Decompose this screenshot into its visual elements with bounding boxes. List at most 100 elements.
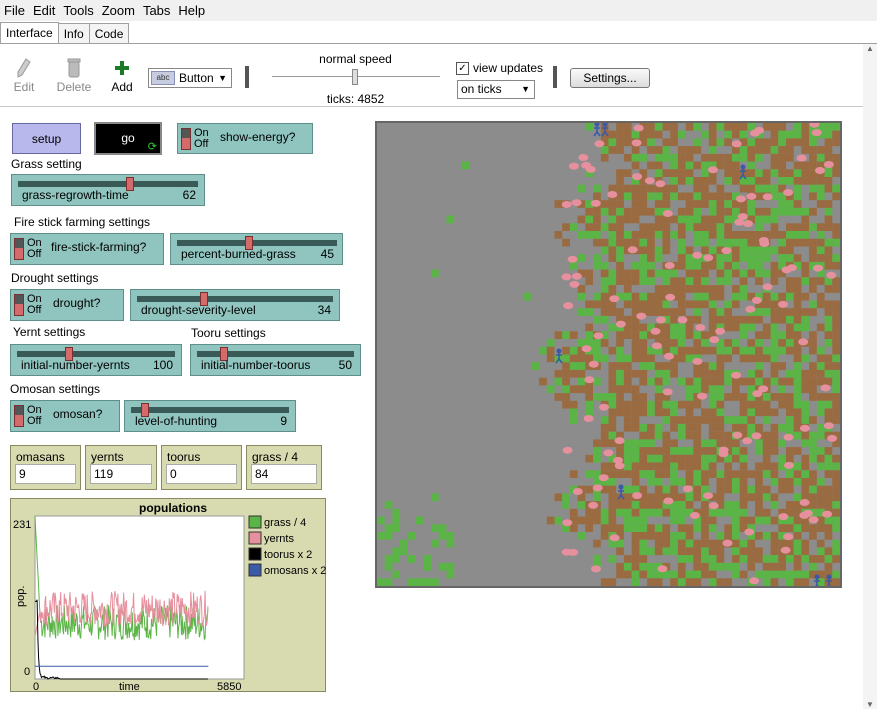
- drought-switch[interactable]: On Off drought?: [10, 289, 124, 321]
- patch: [739, 501, 748, 509]
- yernt-agent: [783, 189, 794, 196]
- patch: [801, 377, 810, 386]
- patch: [600, 292, 609, 301]
- patch: [647, 123, 655, 131]
- menu-file[interactable]: File: [0, 0, 29, 21]
- patch: [631, 416, 640, 424]
- patch: [739, 153, 748, 162]
- patch: [670, 184, 678, 193]
- patch: [523, 292, 532, 301]
- patch: [639, 369, 648, 378]
- menu-tools[interactable]: Tools: [59, 0, 97, 21]
- initial-number-yernts-slider[interactable]: initial-number-yernts 100: [10, 344, 182, 376]
- patch: [724, 315, 732, 324]
- drought-severity-level-slider[interactable]: drought-severity-level 34: [130, 289, 340, 321]
- patch: [747, 123, 756, 131]
- speed-slider-handle[interactable]: [352, 69, 358, 85]
- patch: [824, 485, 833, 494]
- patch: [724, 377, 732, 386]
- level-of-hunting-slider[interactable]: level-of-hunting 9: [124, 400, 296, 432]
- patch: [809, 431, 817, 440]
- patch: [654, 161, 663, 170]
- update-mode-select[interactable]: on ticks ▼: [457, 80, 535, 99]
- patch: [623, 501, 632, 509]
- widget-type-select[interactable]: abc Button ▼: [148, 68, 232, 88]
- patch: [716, 431, 725, 440]
- patch: [824, 177, 833, 185]
- view-updates-toggle[interactable]: ✓ view updates: [456, 61, 543, 75]
- patch: [701, 285, 709, 293]
- patch: [685, 578, 694, 586]
- show-energy-switch[interactable]: On Off show-energy?: [177, 123, 313, 154]
- add-button[interactable]: Add: [108, 56, 136, 94]
- patch: [654, 300, 663, 309]
- patch: [593, 184, 601, 193]
- patch: [662, 485, 671, 494]
- edit-button[interactable]: Edit: [10, 56, 38, 94]
- yernt-agent: [677, 316, 688, 324]
- tab-interface[interactable]: Interface: [0, 22, 59, 44]
- patch: [770, 207, 779, 216]
- patch: [662, 362, 671, 370]
- yernt-agent: [750, 129, 760, 137]
- patch: [631, 339, 640, 347]
- setup-button[interactable]: setup: [12, 123, 81, 154]
- patch: [384, 562, 393, 571]
- patch: [577, 254, 586, 262]
- omosan-person-icon: [593, 121, 601, 137]
- patch: [724, 470, 732, 478]
- patch: [639, 532, 648, 540]
- delete-button[interactable]: Delete: [55, 56, 93, 94]
- patch: [824, 300, 833, 309]
- world-view[interactable]: [375, 120, 842, 590]
- omosan-switch[interactable]: On Off omosan?: [10, 400, 120, 432]
- grass-regrowth-time-slider[interactable]: grass-regrowth-time 62: [11, 174, 205, 206]
- patch: [801, 292, 810, 301]
- patch: [654, 369, 663, 378]
- patch: [677, 323, 686, 332]
- patch: [732, 177, 740, 185]
- patch: [647, 192, 655, 201]
- checkbox-checked-icon[interactable]: ✓: [456, 61, 469, 75]
- yernt-agent: [762, 193, 773, 201]
- patch: [701, 192, 709, 201]
- patch: [701, 416, 709, 424]
- menu-help[interactable]: Help: [174, 0, 209, 21]
- patch: [670, 169, 678, 177]
- patch: [739, 331, 748, 339]
- yernt-agent: [609, 534, 620, 542]
- menu-zoom[interactable]: Zoom: [98, 0, 139, 21]
- patch: [708, 439, 717, 448]
- patch: [801, 161, 810, 170]
- patch: [755, 346, 763, 355]
- patch: [600, 516, 609, 525]
- menu-tabs[interactable]: Tabs: [139, 0, 174, 21]
- menu-edit[interactable]: Edit: [29, 0, 59, 21]
- monitor-value: 9: [15, 464, 76, 484]
- tab-code[interactable]: Code: [88, 23, 130, 44]
- go-button[interactable]: go ⟳: [94, 122, 162, 155]
- scroll-down-icon[interactable]: ▼: [863, 700, 877, 709]
- patch: [531, 362, 539, 370]
- scroll-up-icon[interactable]: ▲: [863, 44, 877, 53]
- patch: [809, 285, 817, 293]
- initial-number-toorus-slider[interactable]: initial-number-toorus 50: [190, 344, 361, 376]
- patch: [600, 524, 609, 532]
- patch: [724, 462, 732, 471]
- patch: [724, 346, 732, 355]
- patch: [747, 547, 756, 556]
- vertical-scrollbar[interactable]: ▲ ▼: [863, 44, 877, 709]
- yernt-agent: [703, 254, 714, 262]
- patch: [716, 562, 725, 571]
- world-canvas[interactable]: [377, 120, 840, 590]
- settings-button[interactable]: Settings...: [570, 68, 650, 88]
- tab-info[interactable]: Info: [57, 23, 90, 44]
- patch: [739, 539, 748, 548]
- patch: [762, 516, 771, 525]
- patch: [647, 439, 655, 448]
- fire-stick-farming-switch[interactable]: On Off fire-stick-farming?: [10, 233, 164, 265]
- patch: [400, 547, 408, 556]
- percent-burned-grass-slider[interactable]: percent-burned-grass 45: [170, 233, 343, 265]
- slider-label: level-of-hunting: [135, 414, 218, 428]
- patch: [569, 354, 578, 363]
